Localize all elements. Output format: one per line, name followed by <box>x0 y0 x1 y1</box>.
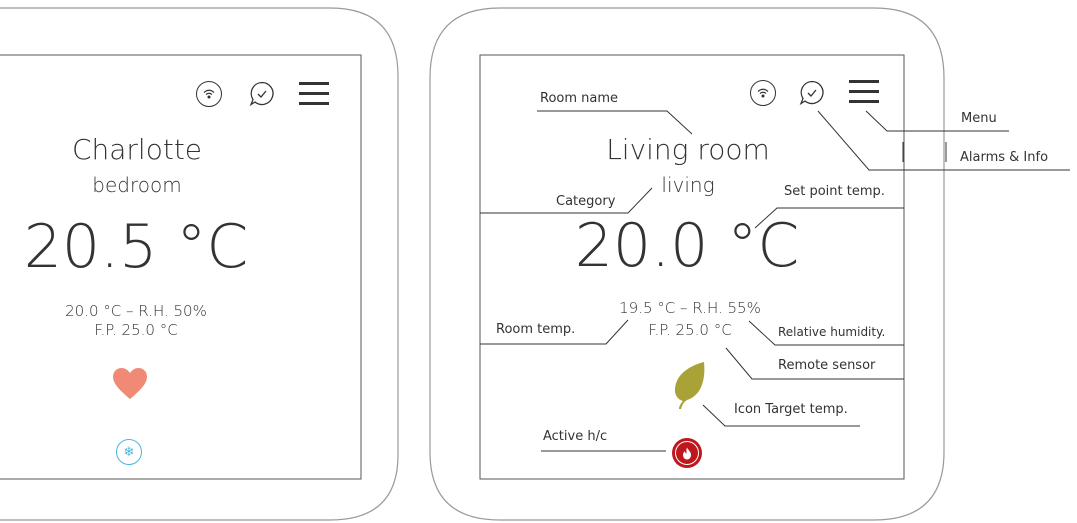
flame-icon <box>672 438 702 468</box>
chat-check-icon[interactable] <box>248 80 276 108</box>
callout-category: Category <box>556 194 616 209</box>
callout-alarms: Alarms & Info <box>960 150 1049 165</box>
snowflake-icon: ❄ <box>116 439 142 465</box>
leaf-icon <box>670 360 708 410</box>
room-name: Charlotte <box>71 133 203 166</box>
wifi-icon[interactable] <box>750 80 776 106</box>
room-category: living <box>661 173 715 197</box>
leader-room-name <box>537 110 693 135</box>
callout-icon-target: Icon Target temp. <box>734 402 848 417</box>
menu-icon[interactable] <box>299 82 329 105</box>
callout-room-temp: Room temp. <box>496 322 576 337</box>
temp-humidity-line: 19.5 °C – R.H. 55% <box>619 299 761 317</box>
floor-probe-line: F.P. 25.0 °C <box>648 321 732 339</box>
callout-active-hc: Active h/c <box>543 429 608 444</box>
callout-room-name: Room name <box>540 91 619 106</box>
room-category: bedroom <box>92 173 182 197</box>
main-temperature: 20.0 °C <box>574 211 800 281</box>
floor-probe-line: F.P. 25.0 °C <box>94 321 178 339</box>
chat-check-icon[interactable] <box>798 79 826 107</box>
callout-set-point: Set point temp. <box>784 184 885 199</box>
callout-remote-sensor: Remote sensor <box>778 358 876 373</box>
main-temperature: 20.5 °C <box>23 212 249 282</box>
room-name: Living room <box>606 133 770 166</box>
wifi-icon[interactable] <box>196 81 222 107</box>
menu-icon[interactable] <box>849 80 879 103</box>
callout-menu: Menu <box>961 111 997 126</box>
heart-icon <box>112 367 148 401</box>
temp-humidity-line: 20.0 °C – R.H. 50% <box>65 302 207 320</box>
callout-humidity: Relative humidity. <box>778 325 886 339</box>
